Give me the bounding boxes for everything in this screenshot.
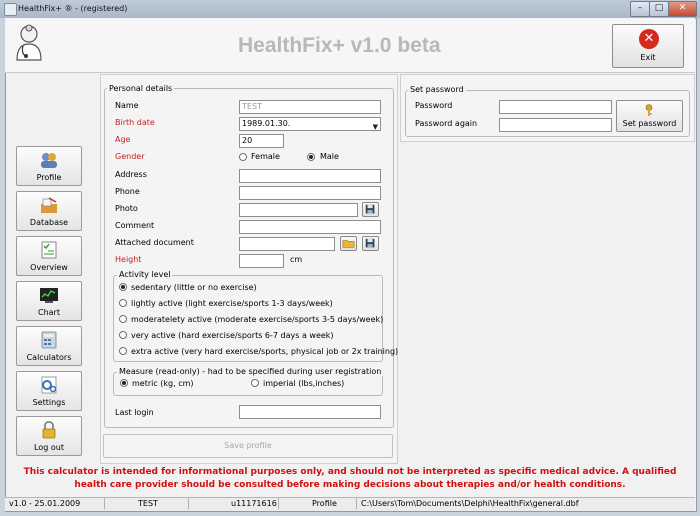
measure-imperial-radio[interactable] [251,379,259,387]
sidebar-item-calculators[interactable]: Calculators [16,326,82,366]
set-password-button[interactable]: Set password [616,100,683,132]
attached-document-label: Attached document [115,238,194,247]
sidebar-label: Overview [30,263,68,272]
photo-label: Photo [115,204,138,213]
comment-label: Comment [115,221,155,230]
status-view: Profile [279,498,357,509]
set-password-label: Set password [622,119,677,128]
app-title: HealthFix+ v1.0 beta [238,34,441,57]
activity-option-label: moderatelety active (moderate exercise/s… [131,315,384,324]
photo-field[interactable] [239,203,358,217]
sidebar-label: Calculators [26,353,72,362]
set-password-title: Set password [408,85,466,94]
measure-metric-label: metric (kg, cm) [132,379,194,388]
name-field[interactable]: TEST [239,100,381,114]
sidebar-label: Chart [38,308,60,317]
exit-x-icon: ✕ [639,29,659,49]
floppy-disk-icon [365,204,375,214]
sidebar-item-chart[interactable]: Chart [16,281,82,321]
activity-radio-extra-active[interactable] [119,347,127,355]
activity-option-label: extra active (very hard exercise/sports,… [131,347,399,356]
password-label: Password [415,101,453,110]
floppy-disk-icon [365,238,375,248]
phone-field[interactable] [239,186,381,200]
chart-icon [40,288,58,303]
doctor-logo-icon [16,24,42,61]
address-field[interactable] [239,169,381,183]
address-label: Address [115,170,147,179]
height-field[interactable] [239,254,284,268]
height-label: Height [115,255,142,264]
activity-radio-sedentary[interactable] [119,283,127,291]
save-profile-button[interactable]: Save profile [103,434,393,458]
name-label: Name [115,101,139,110]
maximize-button[interactable]: □ [649,1,669,17]
gender-label: Gender [115,152,145,161]
status-user: TEST [105,498,189,509]
sidebar-item-database[interactable]: Database [16,191,82,231]
sidebar-item-settings[interactable]: Settings [16,371,82,411]
overview-icon [41,241,57,259]
sidebar-label: Settings [32,398,66,407]
sidebar-item-logout[interactable]: Log out [16,416,82,456]
age-field[interactable]: 20 [239,134,284,148]
activity-option-label: very active (hard exercise/sports 6-7 da… [131,331,334,340]
password-again-field[interactable] [499,118,612,132]
comment-field[interactable] [239,220,381,234]
measure-imperial-label: imperial (lbs,inches) [263,379,345,388]
activity-radio-moderately-active[interactable] [119,315,127,323]
birth-date-label: Birth date [115,118,155,127]
sidebar-item-overview[interactable]: Overview [16,236,82,276]
save-document-button[interactable] [362,236,379,251]
activity-level-title: Activity level [117,270,173,279]
medical-disclaimer: This calculator is intended for informat… [23,467,677,490]
minimize-button[interactable]: – [630,1,650,17]
sidebar-label: Log out [34,443,64,452]
activity-option-label: lightly active (light exercise/sports 1-… [131,299,333,308]
title-bar: HealthFix+ ® - (registered) [0,0,700,18]
phone-label: Phone [115,187,140,196]
last-login-label: Last login [115,408,154,417]
height-unit: cm [290,255,303,264]
sidebar-item-profile[interactable]: Profile [16,146,82,186]
sidebar-label: Profile [36,173,62,182]
profile-icon [41,153,57,168]
activity-radio-very-active[interactable] [119,331,127,339]
last-login-field [239,405,381,419]
personal-details-title: Personal details [107,84,175,93]
gender-female-radio[interactable] [239,153,247,161]
exit-label: Exit [640,53,656,62]
birth-date-value: 1989.01.30. [242,119,291,128]
status-file-path: C:\Users\Tom\Documents\Delphi\HealthFix\… [361,499,579,508]
lock-icon [42,421,56,439]
attached-document-field[interactable] [239,237,335,251]
measure-metric-radio[interactable] [120,379,128,387]
birth-date-dropdown[interactable]: 1989.01.30. ▼ [239,117,381,131]
gender-female-label: Female [251,152,280,161]
gender-male-label: Male [320,152,339,161]
exit-button[interactable]: ✕ Exit [612,24,684,68]
activity-radio-lightly-active[interactable] [119,299,127,307]
photo-save-button[interactable] [362,202,379,217]
settings-icon [41,376,57,394]
open-document-button[interactable] [340,236,357,251]
measure-title: Measure (read-only) - had to be specifie… [117,367,384,376]
app-icon [4,3,17,16]
chevron-down-icon: ▼ [372,123,378,131]
close-window-button[interactable]: ✕ [668,1,697,17]
database-icon [41,197,57,213]
calculator-icon [41,331,57,349]
password-field[interactable] [499,100,612,114]
age-label: Age [115,135,131,144]
gender-male-radio[interactable] [307,153,315,161]
sidebar-label: Database [29,218,69,227]
status-user-id: u11171616 [189,498,279,509]
key-icon [645,104,653,116]
folder-icon [342,240,355,248]
status-version: v1.0 - 25.01.2009 [5,498,105,509]
activity-option-label: sedentary (little or no exercise) [131,283,257,292]
window-title: HealthFix+ ® - (registered) [18,4,128,13]
password-again-label: Password again [415,119,478,128]
